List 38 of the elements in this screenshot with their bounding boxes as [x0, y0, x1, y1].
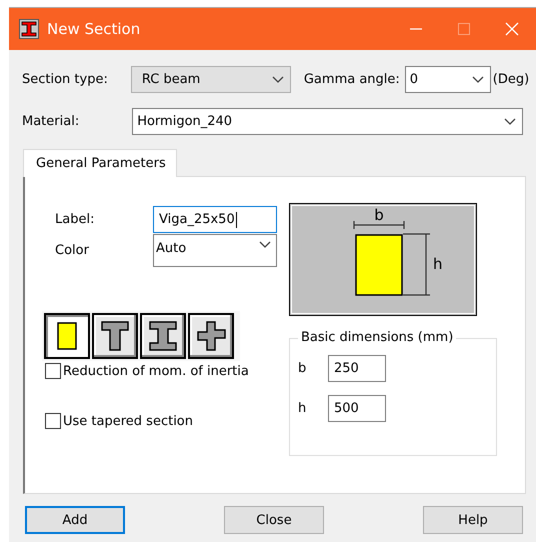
- group-title: Basic dimensions (mm): [298, 330, 456, 345]
- color-dropdown[interactable]: Auto: [153, 234, 277, 267]
- maximize-icon: [457, 22, 471, 36]
- dimension-field[interactable]: 500: [328, 395, 386, 422]
- checkbox[interactable]: [45, 413, 61, 429]
- ibeam-icon: [19, 19, 39, 39]
- field-label: Material:: [22, 114, 80, 129]
- dialog-button[interactable]: Add: [25, 506, 125, 534]
- field-label: Color: [55, 243, 90, 258]
- section-shape-button[interactable]: [92, 313, 138, 359]
- section-shape-button[interactable]: [188, 313, 234, 359]
- chevron-down-icon: [272, 76, 284, 84]
- text-cursor: [236, 212, 237, 228]
- material-dropdown[interactable]: Hormigon_240: [132, 108, 524, 135]
- tab[interactable]: General Parameters: [23, 149, 177, 177]
- field-label: h: [298, 401, 308, 416]
- chevron-down-icon: [259, 241, 271, 249]
- dimension-field[interactable]: 250: [328, 355, 386, 382]
- field-label: Label:: [55, 212, 96, 227]
- dimension-label: h: [433, 255, 443, 273]
- unit-label: (Deg): [492, 72, 530, 87]
- field-label: Section type:: [22, 72, 108, 87]
- chevron-down-icon: [504, 118, 516, 126]
- checkbox-label: Reduction of mom. of inertia: [63, 364, 249, 378]
- chevron-down-icon: [472, 76, 484, 84]
- dialog-button[interactable]: Help: [423, 506, 523, 534]
- window-title: New Section: [47, 20, 142, 38]
- gamma-angle-dropdown[interactable]: 0: [404, 66, 491, 93]
- dialog-button[interactable]: Close: [224, 506, 324, 534]
- dimension-label: b: [374, 206, 384, 224]
- field-label: b: [298, 361, 308, 376]
- section-shape-button[interactable]: [44, 313, 90, 359]
- checkbox-label: Use tapered section: [63, 414, 193, 428]
- field-label: Gamma angle:: [304, 72, 400, 87]
- close-icon: [505, 22, 519, 36]
- checkbox[interactable]: [45, 363, 61, 379]
- section-shape-button[interactable]: [140, 313, 186, 359]
- label-field[interactable]: Viga_25x50: [153, 206, 277, 233]
